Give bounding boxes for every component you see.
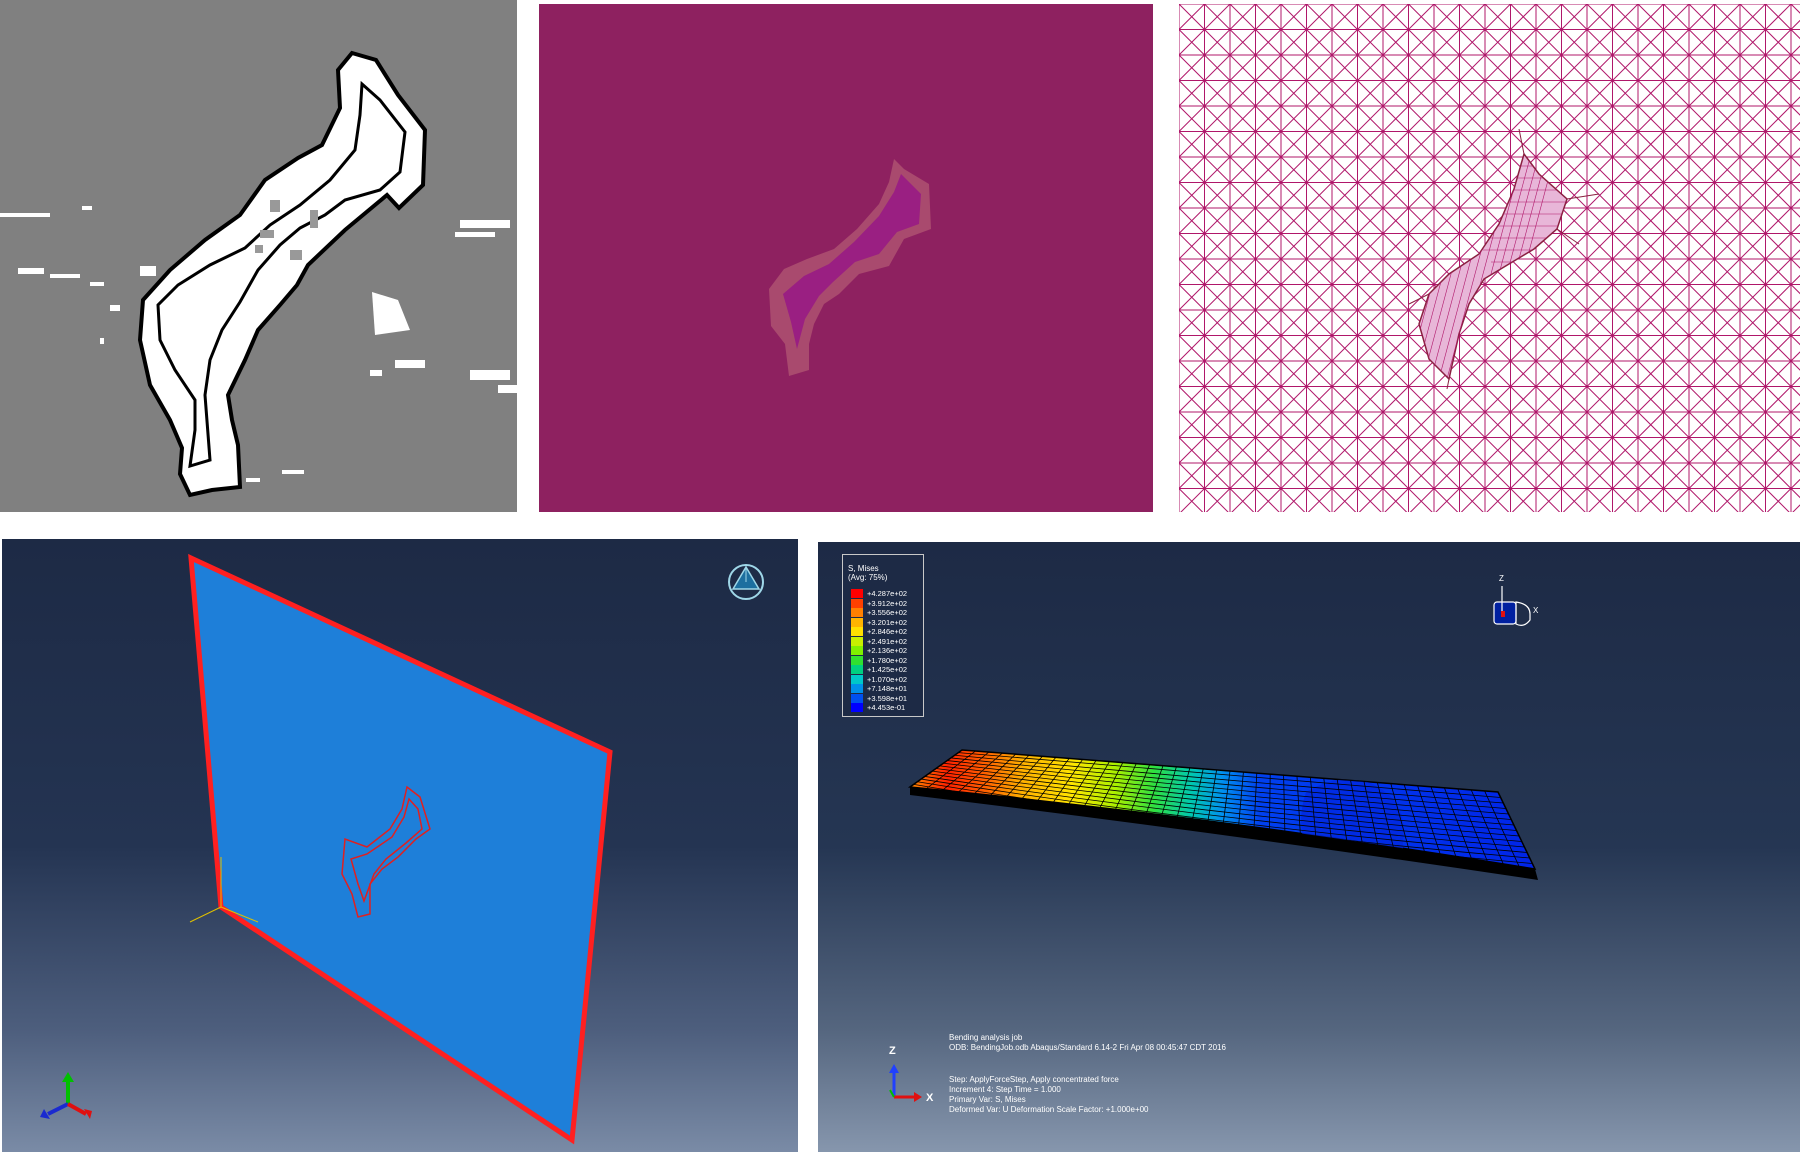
mesh-panel: [1179, 4, 1800, 512]
job-info-block: Bending analysis job ODB: BendingJob.odb…: [949, 1033, 1226, 1115]
crack-partition-view: [769, 159, 931, 376]
plate-surface: [188, 553, 613, 1145]
crack-binary-image: [0, 50, 517, 498]
axis-triad-icon: Z X: [889, 1045, 934, 1104]
axis-triad-icon: [40, 1072, 92, 1119]
binary-image-panel: [0, 0, 517, 512]
triad-x-label: X: [926, 1092, 934, 1104]
plate-surface-contour: [907, 749, 1537, 870]
increment-line: Increment 4: Step Time = 1.000: [949, 1085, 1061, 1094]
job-title: Bending analysis job: [949, 1033, 1023, 1042]
odb-line: ODB: BendingJob.odb Abaqus/Standard 6.14…: [949, 1043, 1226, 1052]
plate-view: [40, 553, 764, 1145]
view-cube-icon[interactable]: Z X: [1493, 574, 1539, 626]
cube-z-label: Z: [1499, 574, 1504, 583]
abaqus-part-viewport[interactable]: [2, 539, 798, 1152]
deformed-var-line: Deformed Var: U Deformation Scale Factor…: [949, 1105, 1149, 1114]
triad-z-label: Z: [889, 1045, 896, 1057]
mesh-view: [1179, 4, 1800, 512]
abaqus-results-viewport[interactable]: S, Mises (Avg: 75%) +4.287e+02 +3.912e+02…: [818, 542, 1800, 1152]
cube-x-label: X: [1533, 606, 1539, 615]
part-geometry-panel: [539, 4, 1153, 512]
step-line: Step: ApplyForceStep, Apply concentrated…: [949, 1075, 1119, 1084]
view-cube-icon[interactable]: [728, 564, 764, 600]
primary-var-line: Primary Var: S, Mises: [949, 1095, 1026, 1104]
